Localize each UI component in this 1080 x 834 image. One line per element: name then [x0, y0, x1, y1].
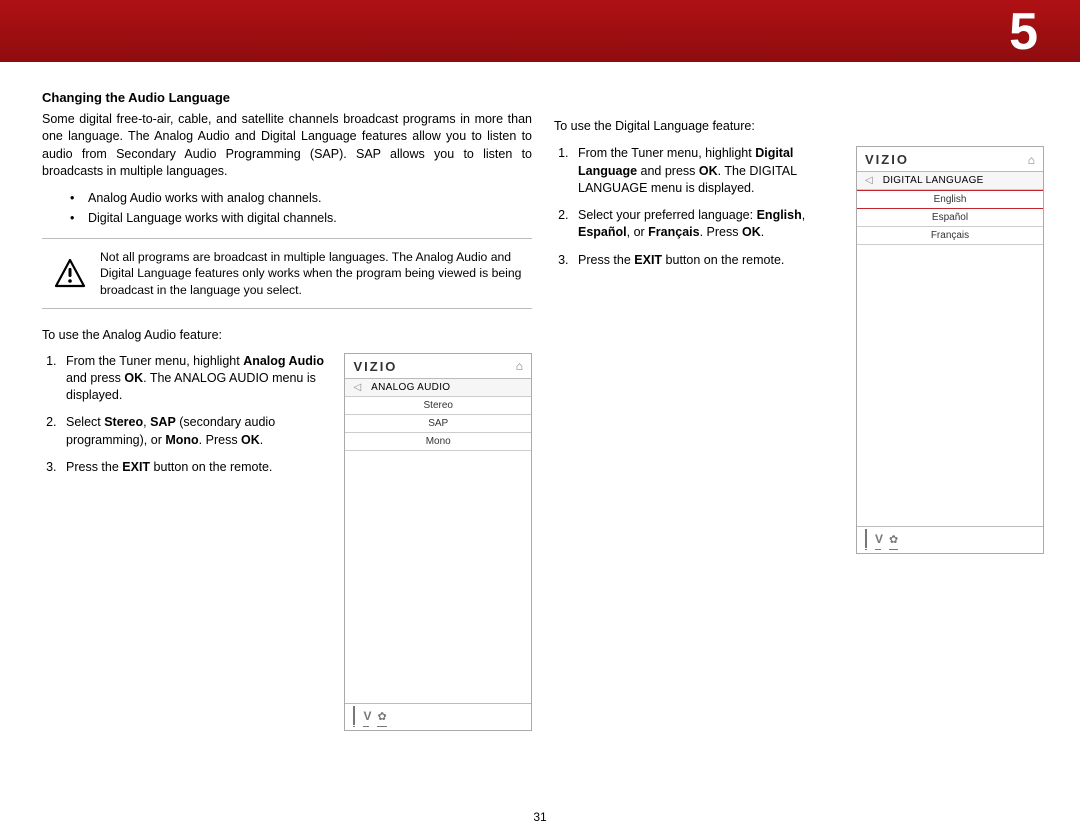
- brand-logo: VIZIO: [865, 152, 909, 167]
- step-item: From the Tuner menu, highlight Digital L…: [572, 145, 842, 197]
- menu-title: ANALOG AUDIO: [371, 382, 450, 393]
- analog-steps: From the Tuner menu, highlight Analog Au…: [60, 353, 326, 487]
- home-icon: ⌂: [516, 359, 523, 373]
- phone-footer: V ✿: [345, 703, 531, 730]
- v-icon: V: [363, 709, 369, 723]
- content-columns: Changing the Audio Language Some digital…: [0, 62, 1080, 731]
- wide-icon: [353, 706, 355, 725]
- analog-audio-menu-mockup: VIZIO ⌂ ◁ ANALOG AUDIO Stereo SAP Mono V…: [344, 353, 532, 731]
- wide-icon: [865, 529, 867, 548]
- phone-footer: V ✿: [857, 526, 1043, 553]
- gear-icon: ✿: [377, 711, 386, 723]
- chapter-header: 5: [0, 0, 1080, 62]
- menu-option: English: [857, 190, 1043, 209]
- step-item: From the Tuner menu, highlight Analog Au…: [60, 353, 326, 405]
- analog-use-intro: To use the Analog Audio feature:: [42, 327, 532, 344]
- digital-steps: From the Tuner menu, highlight Digital L…: [572, 145, 842, 269]
- menu-option: Français: [857, 227, 1043, 245]
- back-icon: ◁: [865, 175, 873, 186]
- intro-paragraph: Some digital free-to-air, cable, and sat…: [42, 111, 532, 180]
- phone-header: VIZIO ⌂: [857, 147, 1043, 172]
- phone-filler: [345, 451, 531, 703]
- menu-title: DIGITAL LANGUAGE: [883, 175, 984, 186]
- page-number: 31: [533, 810, 546, 824]
- warning-note: Not all programs are broadcast in multip…: [42, 238, 532, 309]
- step-item: Press the EXIT button on the remote.: [572, 252, 842, 269]
- digital-use-intro: To use the Digital Language feature:: [554, 118, 822, 135]
- right-column: To use the Digital Language feature: Fro…: [554, 90, 1044, 731]
- warning-text: Not all programs are broadcast in multip…: [100, 249, 526, 298]
- v-icon: V: [875, 532, 881, 546]
- menu-option: Mono: [345, 433, 531, 451]
- warning-icon: [54, 258, 86, 290]
- bullet-item: Analog Audio works with analog channels.: [70, 188, 532, 208]
- home-icon: ⌂: [1028, 153, 1035, 167]
- section-heading: Changing the Audio Language: [42, 90, 532, 105]
- feature-bullets: Analog Audio works with analog channels.…: [70, 188, 532, 228]
- gear-icon: ✿: [889, 534, 898, 546]
- menu-title-row: ◁ ANALOG AUDIO: [345, 379, 531, 397]
- menu-option: Español: [857, 209, 1043, 227]
- menu-option: SAP: [345, 415, 531, 433]
- step-item: Select Stereo, SAP (secondary audio prog…: [60, 414, 326, 449]
- bullet-item: Digital Language works with digital chan…: [70, 208, 532, 228]
- left-column: Changing the Audio Language Some digital…: [42, 90, 532, 731]
- chapter-number: 5: [1009, 2, 1038, 62]
- digital-language-menu-mockup: VIZIO ⌂ ◁ DIGITAL LANGUAGE English Españ…: [856, 146, 1044, 554]
- back-icon: ◁: [353, 382, 361, 393]
- step-item: Press the EXIT button on the remote.: [60, 459, 326, 476]
- menu-option: Stereo: [345, 397, 531, 415]
- menu-title-row: ◁ DIGITAL LANGUAGE: [857, 172, 1043, 190]
- step-item: Select your preferred language: English,…: [572, 207, 842, 242]
- phone-filler: [857, 245, 1043, 526]
- phone-header: VIZIO ⌂: [345, 354, 531, 379]
- brand-logo: VIZIO: [353, 359, 397, 374]
